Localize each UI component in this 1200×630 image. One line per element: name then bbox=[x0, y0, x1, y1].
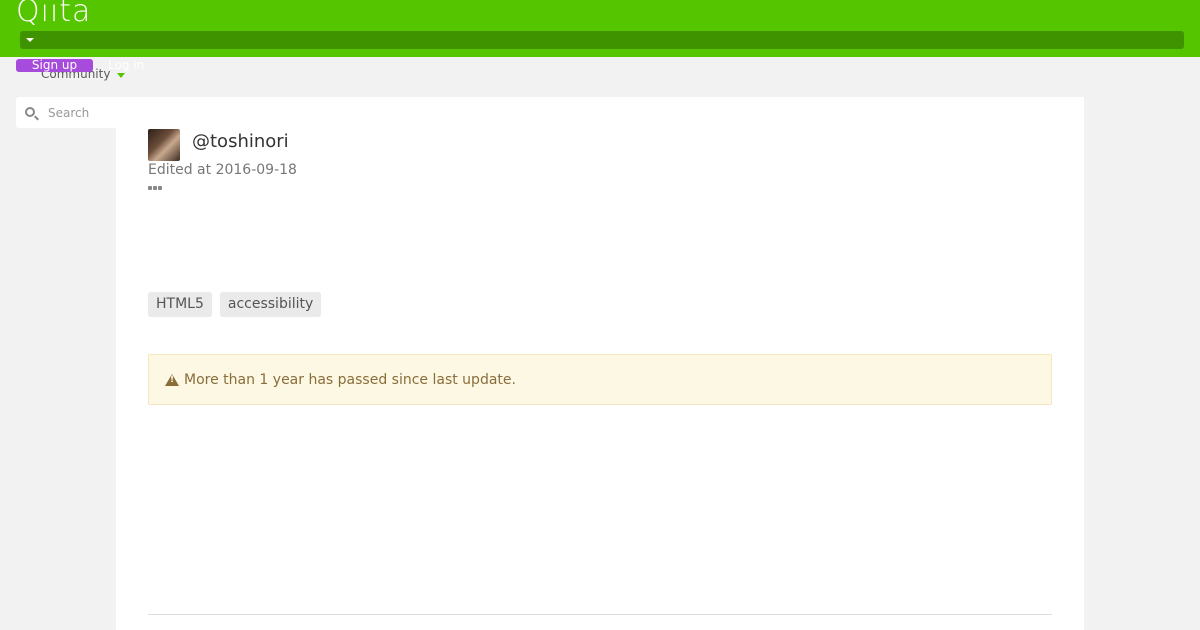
avatar[interactable] bbox=[148, 129, 180, 161]
signup-button[interactable]: Sign up bbox=[16, 59, 93, 72]
tag-list: HTML5 accessibility bbox=[148, 292, 322, 317]
author-name[interactable]: @toshinori bbox=[192, 131, 289, 152]
login-link[interactable]: Log in bbox=[108, 58, 144, 72]
search-icon bbox=[25, 107, 35, 117]
community-bar[interactable] bbox=[20, 31, 1184, 49]
search-input[interactable] bbox=[48, 103, 116, 123]
search-box[interactable] bbox=[16, 97, 118, 128]
article-card: @toshinori Edited at 2016-09-18 HTML5 ac… bbox=[116, 97, 1084, 630]
tag-accessibility[interactable]: accessibility bbox=[219, 292, 322, 317]
warning-icon bbox=[165, 373, 179, 386]
outdated-alert: More than 1 year has passed since last u… bbox=[148, 354, 1052, 405]
site-header: Qiita bbox=[0, 0, 1200, 57]
tag-html5[interactable]: HTML5 bbox=[148, 292, 212, 317]
qiita-logo[interactable]: Qiita bbox=[16, 0, 91, 29]
chevron-down-icon bbox=[117, 73, 125, 78]
caret-down-icon bbox=[26, 38, 34, 42]
more-options-icon[interactable] bbox=[148, 186, 164, 192]
divider bbox=[148, 614, 1052, 615]
alert-text: More than 1 year has passed since last u… bbox=[184, 371, 516, 388]
edited-date: Edited at 2016-09-18 bbox=[148, 162, 297, 178]
